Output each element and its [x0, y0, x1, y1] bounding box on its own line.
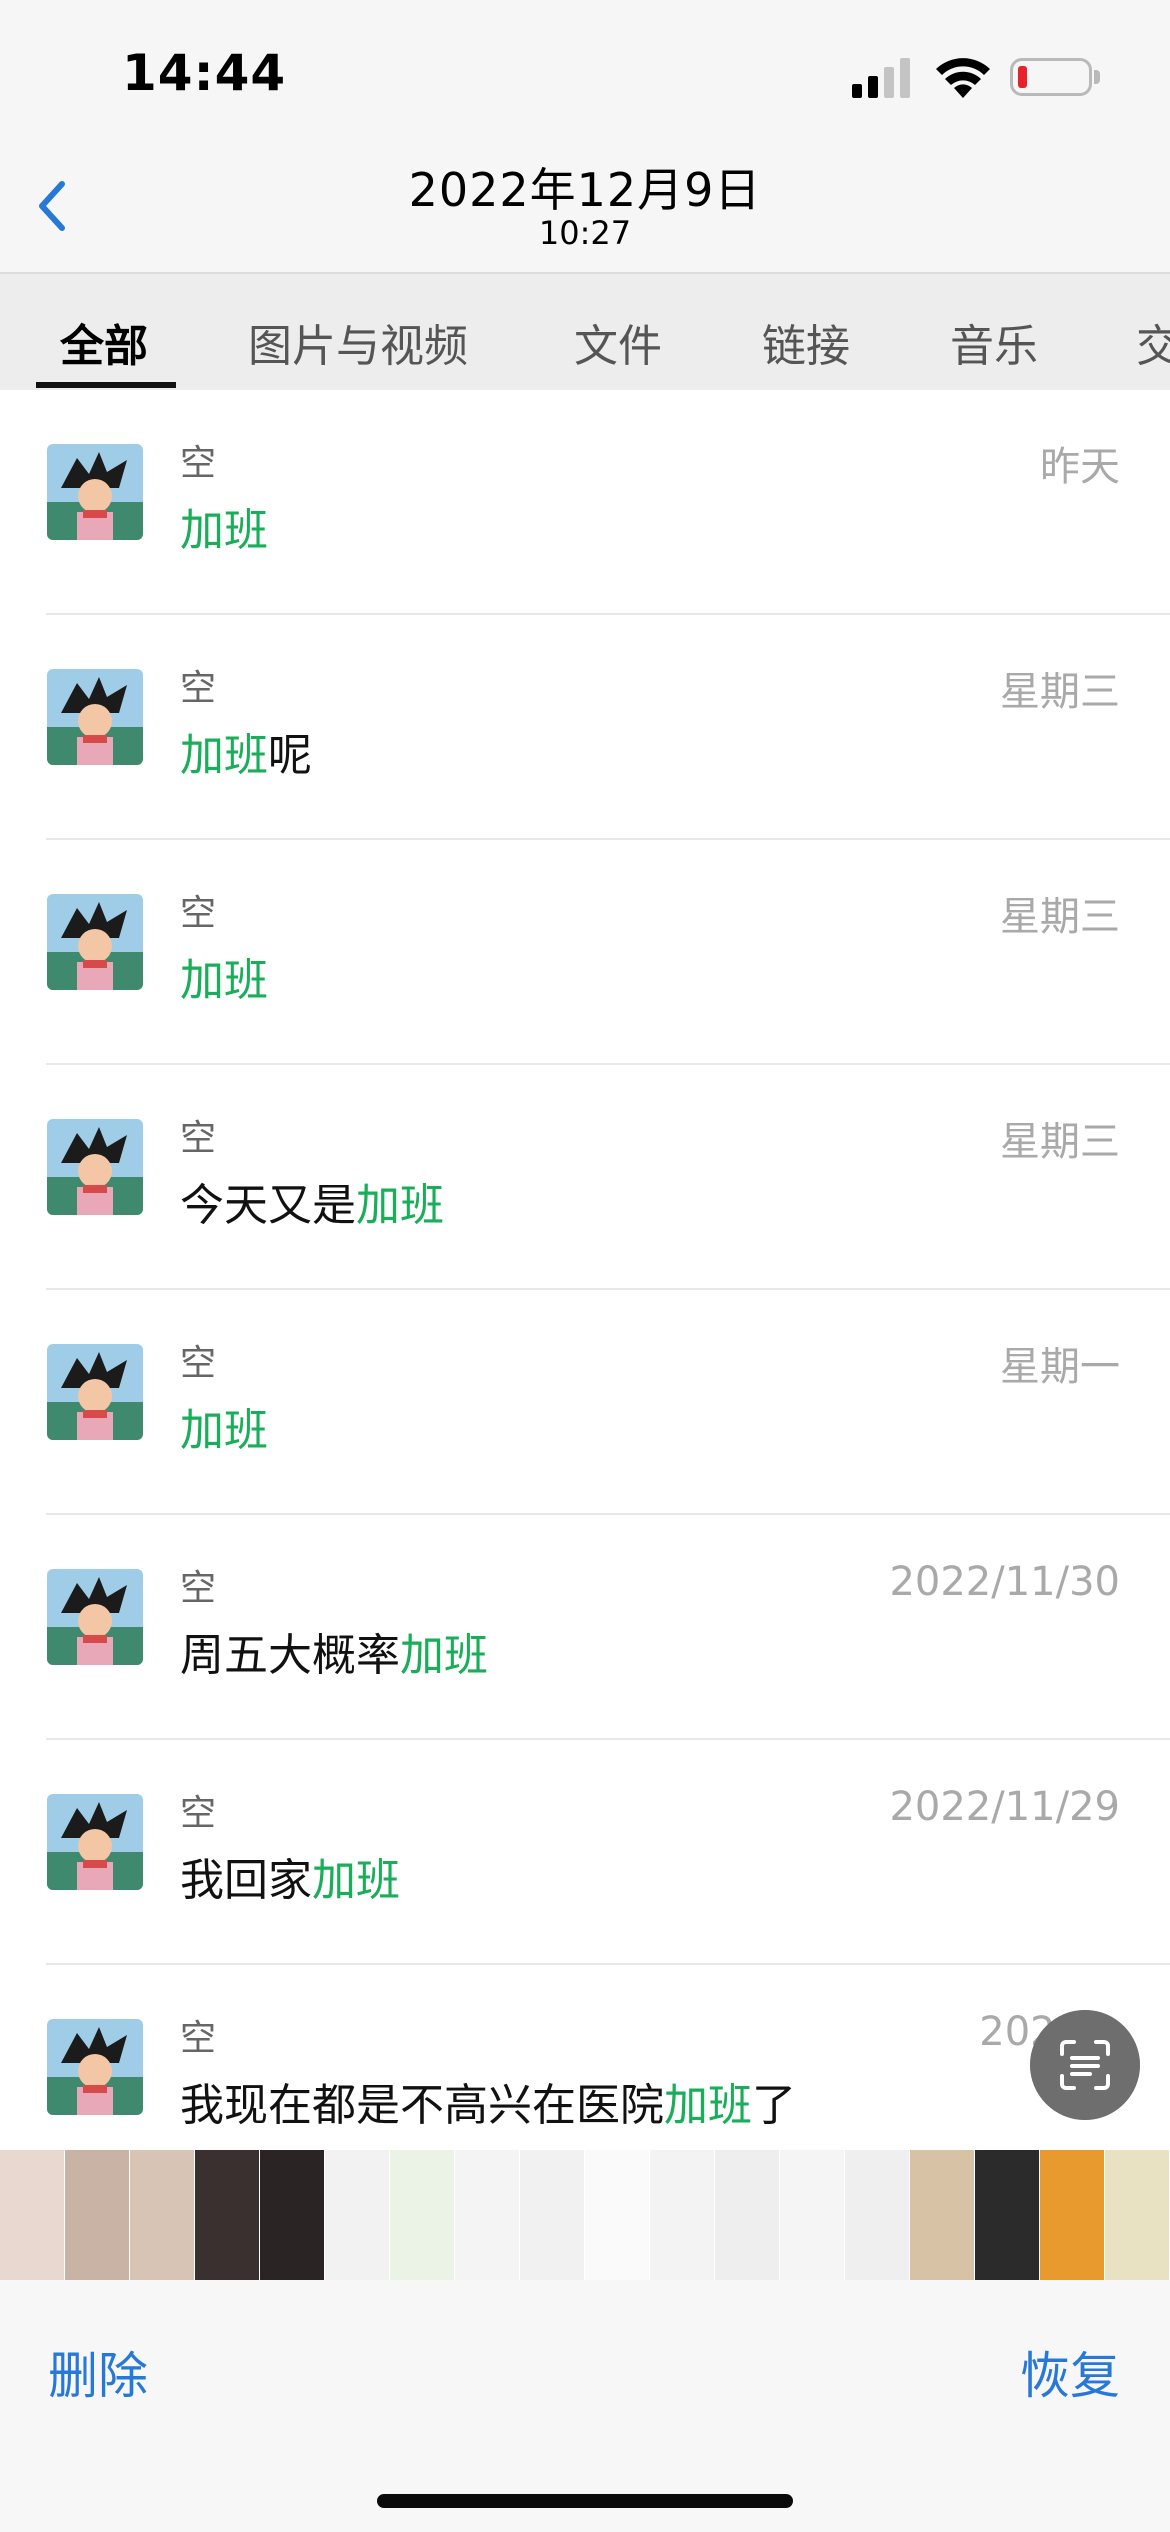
page-subtitle: 10:27	[538, 214, 632, 252]
snippet-text: 今天又是	[180, 1180, 356, 1231]
list-item[interactable]: 空 星期三 今天又是加班	[0, 1065, 1170, 1290]
message-snippet: 加班呢	[180, 719, 312, 783]
media-thumbnail[interactable]	[0, 2150, 65, 2280]
filter-tabs: 全部 图片与视频 文件 链接 音乐 交	[0, 274, 1170, 390]
avatar	[47, 894, 143, 990]
search-result-list: 空 昨天 加班 空 星期三 加班呢 空 星期三 加班 空 星期三 今天又是加班 …	[0, 390, 1170, 2190]
sender-name: 空	[180, 1793, 217, 1834]
media-thumbnail[interactable]	[1105, 2150, 1170, 2280]
snippet-text: 了	[752, 2080, 796, 2131]
message-snippet: 我现在都是不高兴在医院加班了	[180, 2069, 796, 2133]
sender-name: 空	[180, 1343, 217, 1384]
avatar	[47, 444, 143, 540]
active-tab-indicator	[36, 382, 176, 388]
media-thumbnail[interactable]	[455, 2150, 520, 2280]
message-snippet: 今天又是加班	[180, 1169, 444, 1233]
message-snippet: 周五大概率加班	[180, 1619, 488, 1683]
media-thumbnail[interactable]	[780, 2150, 845, 2280]
list-item[interactable]: 空 星期三 加班	[0, 840, 1170, 1065]
media-thumbnail[interactable]	[715, 2150, 780, 2280]
keyword-highlight: 加班	[356, 1180, 444, 1231]
message-date: 2022/11/30	[889, 1559, 1120, 1605]
snippet-text: 我回家	[180, 1855, 312, 1906]
media-thumbnail-strip	[0, 2150, 1170, 2280]
media-thumbnail[interactable]	[65, 2150, 130, 2280]
message-snippet: 加班	[180, 494, 268, 558]
list-item[interactable]: 空 星期三 加班呢	[0, 615, 1170, 840]
media-thumbnail[interactable]	[520, 2150, 585, 2280]
sender-name: 空	[180, 668, 217, 709]
battery-icon	[1010, 58, 1092, 96]
media-thumbnail[interactable]	[390, 2150, 455, 2280]
tab-files[interactable]: 文件	[574, 310, 662, 374]
tab-links[interactable]: 链接	[762, 310, 850, 374]
tab-all[interactable]: 全部	[60, 310, 148, 374]
message-date: 星期三	[1000, 669, 1120, 715]
keyword-highlight: 加班	[180, 730, 268, 781]
avatar	[47, 669, 143, 765]
list-item[interactable]: 空 2022/11/29 我回家加班	[0, 1740, 1170, 1965]
media-thumbnail[interactable]	[845, 2150, 910, 2280]
bottom-toolbar: 删除 恢复	[0, 2280, 1170, 2532]
wifi-icon	[936, 58, 990, 98]
list-item[interactable]: 空 昨天 加班	[0, 390, 1170, 615]
page-title: 2022年12月9日	[408, 163, 762, 217]
sender-name: 空	[180, 1118, 217, 1159]
media-thumbnail[interactable]	[325, 2150, 390, 2280]
home-indicator[interactable]	[377, 2494, 793, 2508]
list-item[interactable]: 空 星期一 加班	[0, 1290, 1170, 1515]
sender-name: 空	[180, 443, 217, 484]
avatar	[47, 1119, 143, 1215]
message-snippet: 我回家加班	[180, 1844, 400, 1908]
status-bar: 14:44	[0, 0, 1170, 150]
keyword-highlight: 加班	[664, 2080, 752, 2131]
message-date: 星期一	[1000, 1344, 1120, 1390]
keyword-highlight: 加班	[180, 505, 268, 556]
message-date: 星期三	[1000, 894, 1120, 940]
tab-images-videos[interactable]: 图片与视频	[248, 310, 468, 374]
cellular-signal-icon	[852, 58, 910, 98]
media-thumbnail[interactable]	[1040, 2150, 1105, 2280]
media-thumbnail[interactable]	[585, 2150, 650, 2280]
avatar	[47, 1344, 143, 1440]
message-date: 昨天	[1040, 444, 1120, 490]
nav-header: 2022年12月9日 10:27	[0, 150, 1170, 274]
delete-button[interactable]: 删除	[48, 2336, 148, 2408]
keyword-highlight: 加班	[180, 955, 268, 1006]
sender-name: 空	[180, 1568, 217, 1609]
status-time: 14:44	[122, 44, 287, 102]
keyword-highlight: 加班	[400, 1630, 488, 1681]
media-thumbnail[interactable]	[260, 2150, 325, 2280]
list-item[interactable]: 空 2022/11/30 周五大概率加班	[0, 1515, 1170, 1740]
avatar	[47, 1569, 143, 1665]
battery-level	[1018, 66, 1027, 88]
keyword-highlight: 加班	[312, 1855, 400, 1906]
avatar	[47, 2019, 143, 2115]
avatar	[47, 1794, 143, 1890]
snippet-text: 我现在都是不高兴在医院	[180, 2080, 664, 2131]
scan-text-icon[interactable]	[1030, 2010, 1140, 2120]
media-thumbnail[interactable]	[130, 2150, 195, 2280]
message-date: 2022/11/29	[889, 1784, 1120, 1830]
restore-button[interactable]: 恢复	[1020, 2336, 1120, 2408]
snippet-text: 呢	[268, 730, 312, 781]
message-snippet: 加班	[180, 944, 268, 1008]
message-snippet: 加班	[180, 1394, 268, 1458]
keyword-highlight: 加班	[180, 1405, 268, 1456]
battery-cap	[1094, 70, 1100, 84]
sender-name: 空	[180, 2018, 217, 2059]
tab-music[interactable]: 音乐	[950, 310, 1038, 374]
message-date: 星期三	[1000, 1119, 1120, 1165]
media-thumbnail[interactable]	[650, 2150, 715, 2280]
media-thumbnail[interactable]	[195, 2150, 260, 2280]
media-thumbnail[interactable]	[975, 2150, 1040, 2280]
tab-more[interactable]: 交	[1136, 310, 1170, 374]
snippet-text: 周五大概率	[180, 1630, 400, 1681]
media-thumbnail[interactable]	[910, 2150, 975, 2280]
sender-name: 空	[180, 893, 217, 934]
